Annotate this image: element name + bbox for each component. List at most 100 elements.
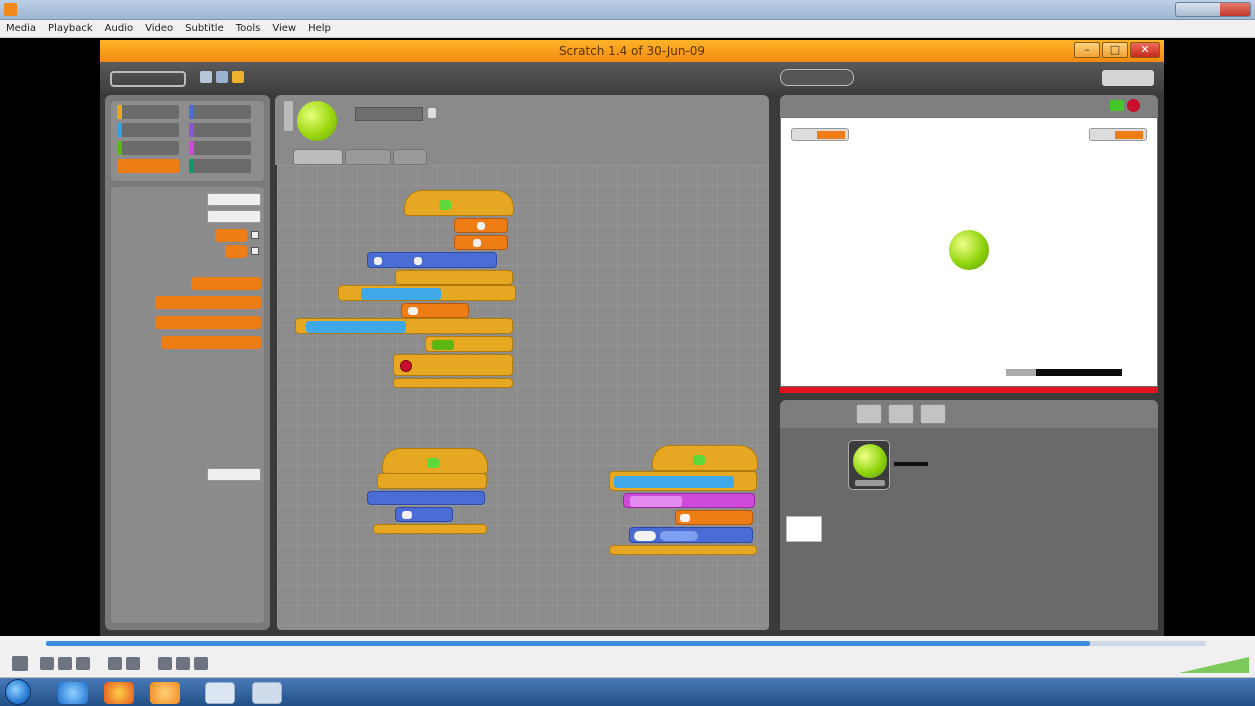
start-button[interactable]	[5, 679, 31, 705]
loop-icon[interactable]	[176, 657, 190, 670]
tab-scripts[interactable]	[293, 149, 343, 165]
menu-media[interactable]: Media	[0, 20, 42, 34]
menu-help[interactable]: Help	[302, 20, 337, 34]
pause-icon[interactable]	[12, 656, 28, 671]
stop-icon[interactable]	[58, 657, 72, 670]
sprite-tile-paddle[interactable]	[894, 462, 928, 466]
stop-all-block[interactable]	[393, 354, 513, 376]
go-to-xy-block[interactable]	[367, 252, 497, 268]
variable-checkbox[interactable]	[251, 247, 259, 255]
tab-sounds[interactable]	[393, 149, 427, 165]
minimize-button[interactable]: –	[1074, 42, 1100, 58]
stage-view-buttons[interactable]	[1102, 70, 1154, 86]
stop-button[interactable]	[1127, 99, 1140, 112]
share-icon[interactable]	[232, 71, 244, 83]
category-variables[interactable]	[117, 159, 179, 173]
menu-tools[interactable]: Tools	[230, 20, 267, 34]
when-flag-clicked-block[interactable]	[652, 445, 758, 471]
touching-color-condition[interactable]	[361, 288, 441, 300]
show-variable-block[interactable]	[155, 316, 261, 329]
direction-reporter[interactable]	[660, 531, 698, 541]
variable-reporter[interactable]	[225, 245, 247, 258]
previous-icon[interactable]	[40, 657, 54, 670]
make-a-list-button[interactable]	[207, 468, 261, 481]
stage[interactable]	[780, 117, 1158, 387]
playlist-icon[interactable]	[158, 657, 172, 670]
if-on-edge-bounce-block[interactable]	[367, 491, 485, 505]
media-player-icon[interactable]	[150, 682, 180, 704]
forever-block[interactable]	[395, 270, 513, 285]
scratch-taskbar-icon[interactable]	[205, 682, 235, 704]
menu-video[interactable]: Video	[139, 20, 179, 34]
menu-playback[interactable]: Playback	[42, 20, 99, 34]
value-input[interactable]	[473, 239, 481, 247]
fullscreen-icon[interactable]	[108, 657, 122, 670]
x-input[interactable]	[414, 257, 422, 265]
value-input[interactable]	[408, 307, 418, 315]
change-variable-block[interactable]	[675, 510, 753, 525]
category-looks[interactable]	[189, 123, 251, 137]
shuffle-icon[interactable]	[194, 657, 208, 670]
lock-icon[interactable]	[428, 108, 436, 118]
forever-block[interactable]	[377, 473, 487, 489]
point-in-direction-block[interactable]	[629, 527, 753, 543]
category-pen[interactable]	[189, 159, 251, 173]
random-sprite-button[interactable]	[920, 404, 946, 424]
when-flag-clicked-block[interactable]	[404, 190, 514, 216]
set-variable-block[interactable]	[454, 235, 508, 250]
set-variable-block[interactable]	[454, 218, 508, 233]
vlc-taskbar-icon[interactable]	[252, 682, 282, 704]
change-variable-block[interactable]	[155, 296, 261, 309]
maximize-button[interactable]: □	[1102, 42, 1128, 58]
hide-variable-block[interactable]	[161, 336, 261, 349]
close-button[interactable]: ✕	[1130, 42, 1160, 58]
category-motion[interactable]	[189, 105, 251, 119]
menu-audio[interactable]: Audio	[99, 20, 139, 34]
menu-subtitle[interactable]: Subtitle	[179, 20, 230, 34]
if-block[interactable]	[338, 285, 516, 301]
category-operators[interactable]	[117, 141, 179, 155]
variable-checkbox[interactable]	[251, 231, 259, 239]
if-block[interactable]	[295, 318, 513, 334]
scripts-area[interactable]	[277, 165, 769, 630]
green-flag-button[interactable]	[1110, 100, 1124, 111]
vlc-seek-bar[interactable]	[0, 636, 1255, 650]
category-control[interactable]	[117, 105, 179, 119]
delete-variable-button[interactable]	[207, 210, 261, 223]
globe-icon[interactable]	[200, 71, 212, 83]
volume-slider[interactable]	[1171, 655, 1249, 673]
extended-settings-icon[interactable]	[126, 657, 140, 670]
tool-bar[interactable]	[780, 69, 854, 86]
variable-reporter[interactable]	[215, 229, 247, 242]
category-sensing[interactable]	[117, 123, 179, 137]
paint-sprite-button[interactable]	[856, 404, 882, 424]
vlc-window-controls[interactable]	[1175, 2, 1251, 17]
next-icon[interactable]	[76, 657, 90, 670]
y-input[interactable]	[374, 257, 382, 265]
sprite-tile-ball[interactable]	[848, 440, 890, 490]
set-variable-block[interactable]	[191, 277, 261, 290]
rotation-style-buttons[interactable]	[284, 101, 293, 131]
tab-costumes[interactable]	[345, 149, 391, 165]
sprite-name-field[interactable]	[355, 107, 423, 121]
value-input[interactable]	[680, 514, 690, 522]
firefox-icon[interactable]	[104, 682, 134, 704]
touching-color-condition[interactable]	[306, 321, 406, 333]
category-sound[interactable]	[189, 141, 251, 155]
save-icon[interactable]	[216, 71, 228, 83]
stage-thumbnail[interactable]	[786, 516, 822, 542]
when-flag-clicked-block[interactable]	[382, 448, 488, 474]
make-variable-button[interactable]	[207, 193, 261, 206]
internet-explorer-icon[interactable]	[58, 682, 88, 704]
move-steps-block[interactable]	[395, 507, 453, 522]
if-block[interactable]	[425, 336, 513, 352]
menu-view[interactable]: View	[266, 20, 302, 34]
ball-sprite[interactable]	[949, 230, 989, 270]
steps-input[interactable]	[402, 511, 412, 519]
forever-if-block[interactable]	[609, 471, 757, 491]
direction-input[interactable]	[634, 531, 656, 541]
operator-condition[interactable]	[432, 340, 454, 350]
touching-sprite-condition[interactable]	[614, 476, 734, 488]
play-sound-block[interactable]	[623, 493, 755, 508]
change-variable-block[interactable]	[401, 303, 469, 318]
